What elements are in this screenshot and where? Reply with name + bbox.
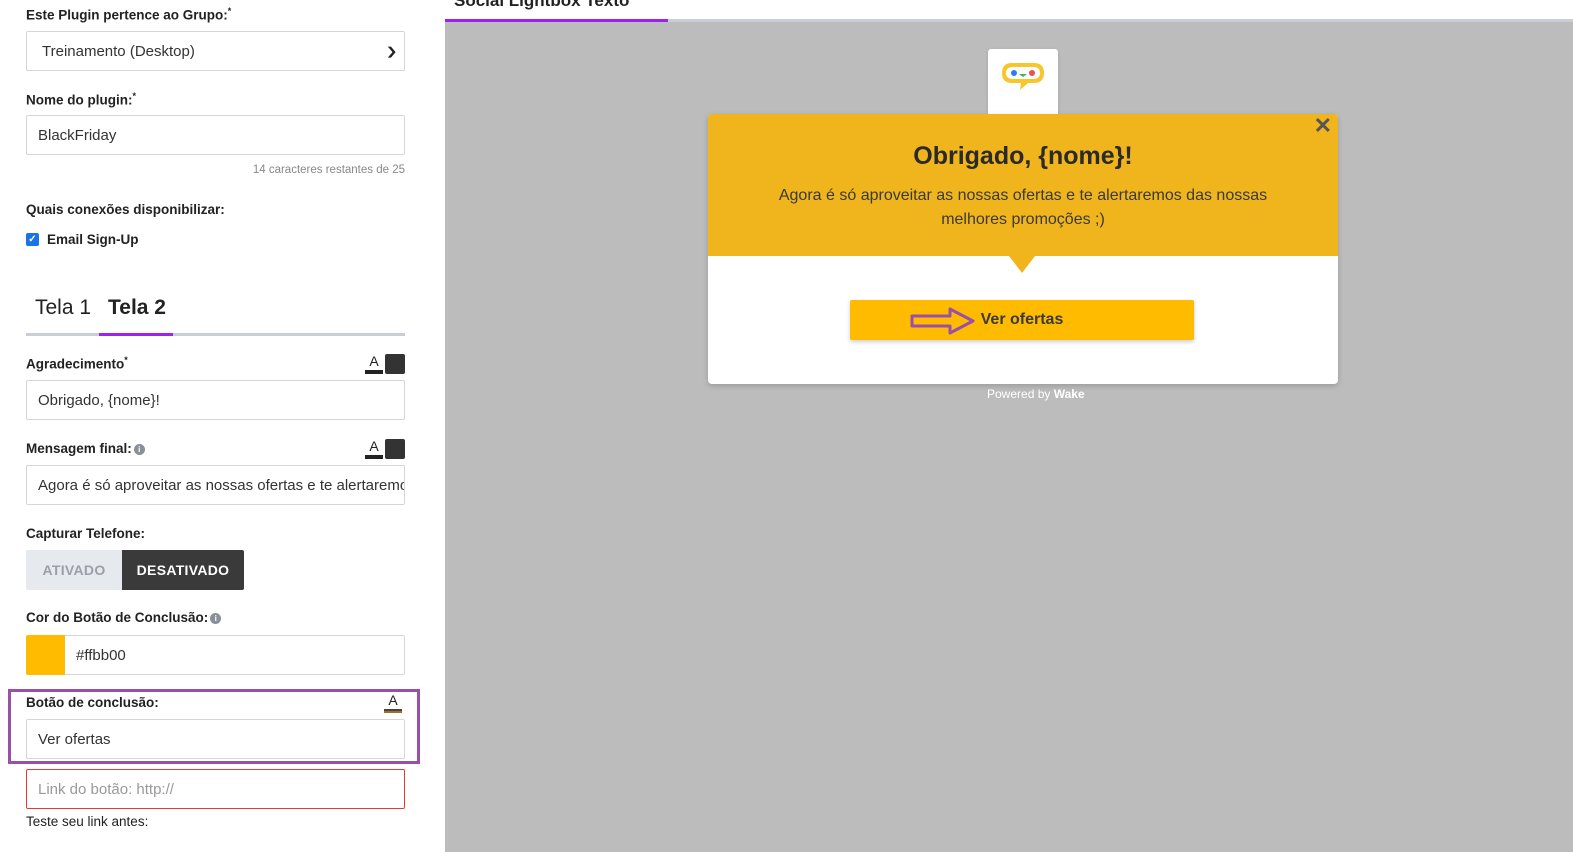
- plugin-name-label-text: Nome do plugin:: [26, 92, 133, 108]
- tab-tela-1[interactable]: Tela 1: [35, 296, 91, 320]
- required-mark: *: [227, 6, 232, 16]
- preview-panel: Social Lightbox Texto ✕ Obrigado, {nome}…: [445, 0, 1573, 852]
- text-style-icon[interactable]: A: [365, 438, 383, 460]
- lightbox-modal: ✕ Obrigado, {nome}! Agora é só aproveita…: [708, 114, 1338, 384]
- checkbox-checked-icon[interactable]: ✓: [26, 233, 39, 246]
- chevron-down-icon: ❯: [385, 45, 398, 58]
- preview-tab-indicator: [445, 19, 668, 22]
- email-signup-option[interactable]: ✓ Email Sign-Up: [26, 232, 139, 247]
- view-offers-button[interactable]: Ver ofertas: [850, 300, 1194, 340]
- test-link-note: Teste seu link antes:: [26, 814, 149, 829]
- capture-phone-label: Capturar Telefone:: [26, 526, 146, 541]
- button-link-input[interactable]: Link do botão: http://: [26, 769, 405, 809]
- logo-box: [988, 49, 1058, 119]
- button-color-label: Cor do Botão de Conclusão: i: [26, 610, 222, 625]
- plugin-name-char-count: 14 caracteres restantes de 25: [252, 164, 405, 176]
- button-color-swatch[interactable]: [26, 635, 66, 675]
- color-square-icon[interactable]: [385, 439, 405, 459]
- screen-tabs: Tela 1 Tela 2: [26, 296, 405, 336]
- config-panel: Este Plugin pertence ao Grupo:* Treiname…: [0, 0, 445, 852]
- lightbox-header: ✕ Obrigado, {nome}! Agora é só aproveita…: [708, 114, 1338, 256]
- thanks-label: Agradecimento*: [26, 355, 128, 372]
- text-style-icon[interactable]: A: [384, 692, 402, 714]
- thanks-style-control: A: [365, 353, 405, 375]
- close-icon[interactable]: ✕: [1314, 114, 1332, 138]
- view-offers-button-label: Ver ofertas: [980, 311, 1064, 328]
- button-color-input[interactable]: #ffbb00: [65, 635, 405, 675]
- preview-title[interactable]: Social Lightbox Texto: [454, 0, 629, 11]
- email-signup-label: Email Sign-Up: [47, 232, 139, 247]
- app-root: Este Plugin pertence ao Grupo:* Treiname…: [0, 0, 1573, 852]
- info-icon[interactable]: i: [133, 443, 145, 455]
- tab-tela-2[interactable]: Tela 2: [108, 296, 166, 320]
- powered-by: Powered by Wake: [987, 387, 1085, 401]
- required-mark: *: [132, 91, 136, 101]
- text-style-icon[interactable]: A: [365, 353, 383, 375]
- final-message-label: Mensagem final: i: [26, 441, 145, 456]
- arrow-right-icon: [910, 307, 975, 335]
- button-color-label-text: Cor do Botão de Conclusão:: [26, 610, 209, 625]
- thanks-label-text: Agradecimento: [26, 356, 125, 372]
- info-icon[interactable]: i: [210, 612, 222, 624]
- conclusion-button-style-control: A: [384, 692, 424, 714]
- thanks-input[interactable]: Obrigado, {nome}!: [26, 380, 405, 420]
- powered-prefix: Powered by: [987, 387, 1051, 401]
- final-message-label-text: Mensagem final:: [26, 441, 132, 456]
- powered-brand[interactable]: Wake: [1054, 387, 1085, 401]
- plugin-name-label: Nome do plugin:*: [26, 91, 136, 108]
- capture-phone-toggle: ATIVADO DESATIVADO: [26, 550, 244, 590]
- active-tab-indicator: [99, 333, 173, 336]
- final-message-style-control: A: [365, 438, 405, 460]
- preview-header: Social Lightbox Texto: [445, 0, 1573, 22]
- color-square-icon[interactable]: [385, 354, 405, 374]
- plugin-name-input[interactable]: BlackFriday: [26, 115, 405, 155]
- lightbox-message: Agora é só aproveitar as nossas ofertas …: [778, 187, 1268, 228]
- group-select[interactable]: Treinamento (Desktop) ❯: [26, 31, 405, 71]
- phone-disabled-button[interactable]: DESATIVADO: [122, 550, 244, 590]
- group-label: Este Plugin pertence ao Grupo:*: [26, 6, 231, 23]
- logo-chat-icon: [1002, 63, 1044, 90]
- lightbox-pointer: [1009, 256, 1035, 273]
- phone-enabled-button[interactable]: ATIVADO: [26, 550, 122, 590]
- group-select-value: Treinamento (Desktop): [42, 42, 195, 60]
- final-message-input[interactable]: Agora é só aproveitar as nossas ofertas …: [26, 465, 405, 505]
- conclusion-button-label: Botão de conclusão:: [26, 695, 159, 710]
- connections-label: Quais conexões disponibilizar:: [26, 202, 225, 217]
- required-mark: *: [124, 355, 128, 365]
- conclusion-button-input[interactable]: Ver ofertas: [26, 719, 405, 759]
- group-label-text: Este Plugin pertence ao Grupo:: [26, 7, 228, 23]
- lightbox-title: Obrigado, {nome}!: [913, 142, 1133, 170]
